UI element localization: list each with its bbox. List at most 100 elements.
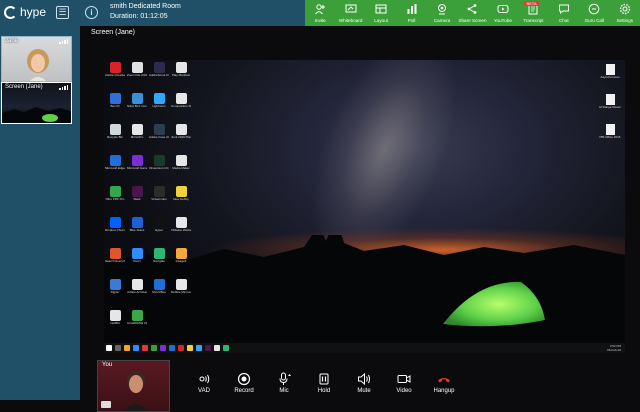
desktop-icon[interactable]: Microsoft Gameshow [127, 155, 147, 181]
desktop-icon[interactable]: Media Maker [172, 155, 190, 181]
desktop-icon[interactable]: New Hobby [172, 186, 190, 212]
taskbar-app-icon[interactable] [142, 345, 148, 351]
mic-icon [279, 372, 291, 385]
desktop-icon-label: Search Everything [105, 260, 125, 263]
app-icon [109, 310, 121, 321]
chat-button[interactable]: Chat [549, 0, 579, 26]
desktop-icon[interactable]: Dimension CC [149, 155, 169, 181]
taskbar-app-icon[interactable] [214, 345, 220, 351]
taskbar-app-icon[interactable] [151, 345, 157, 351]
desktop-icon-label: AdobeScout CC [149, 74, 169, 77]
desktop-icon[interactable]: Recycle Bin [106, 124, 124, 150]
desktop-icon[interactable]: Zoom File Attribute [127, 62, 147, 88]
vad-button[interactable]: VAD [184, 372, 224, 394]
app-icon [175, 62, 187, 73]
desktop-icon[interactable]: NetBM [106, 310, 124, 336]
desktop-icon[interactable]: Slack [128, 186, 146, 212]
video-button[interactable]: Video [384, 372, 424, 394]
desktop-icon[interactable]: Nitro PDF Pro [106, 186, 124, 212]
desktop-icon[interactable]: ShortsBee [150, 279, 168, 305]
poll-icon [406, 3, 418, 15]
desktop-icon[interactable]: Lightroom [150, 93, 168, 119]
mute-button[interactable]: Mute [344, 372, 384, 394]
taskbar-app-icon[interactable] [133, 345, 139, 351]
desktop-file-icon[interactable]: PBI Office 2016 [600, 124, 620, 150]
whiteboard-icon [345, 3, 357, 15]
start-icon[interactable] [106, 345, 112, 351]
desktop-icon-label: MirrorPro [130, 136, 144, 139]
main-stage: Screen (Jane) Adobe Creative CloudZoom F… [80, 26, 640, 412]
participant-tile-jane[interactable]: Jane [1, 36, 72, 82]
camera-button[interactable]: Camera [427, 0, 457, 26]
desktop-icon[interactable]: Nitrol BLX Community [127, 93, 147, 119]
desktop-icon[interactable]: Search Everything [105, 248, 125, 274]
taskbar-app-icon[interactable] [196, 345, 202, 351]
desktop-icon-label: Lightroom [152, 105, 166, 108]
desktop-icon[interactable]: Inkage3 [172, 248, 190, 274]
desktop-icon[interactable]: Rebble Microsoft [171, 279, 191, 305]
desktop-icon-label: Recycle Bin [107, 136, 123, 139]
layout-button[interactable]: Layout [366, 0, 396, 26]
hangup-button[interactable]: Hangup [424, 372, 464, 394]
guru-call-button[interactable]: Guru Call [579, 0, 609, 26]
poll-button[interactable]: Poll [396, 0, 426, 26]
youtube-button[interactable]: YouTube [488, 0, 518, 26]
desktop-icon[interactable]: Adobe Acrobat [127, 279, 147, 305]
desktop-icon[interactable]: AdobeScout CC [149, 62, 169, 88]
whiteboard-button[interactable]: Whiteboard [335, 0, 365, 26]
taskbar-app-icon[interactable] [169, 345, 175, 351]
hold-label: Hold [317, 388, 331, 394]
participant-tile-screen[interactable]: Screen (Jane) [1, 82, 72, 124]
desktop-icon[interactable]: CorelDRAW 2020 [127, 310, 147, 336]
desktop-file-icon[interactable]: AI Range Reserve [599, 94, 621, 120]
desktop-icon[interactable]: Zoom [128, 248, 146, 274]
record-button[interactable]: Record [224, 372, 264, 394]
desktop-file-icon[interactable]: Asynchronous [600, 64, 620, 90]
taskbar-app-icon[interactable] [205, 345, 211, 351]
desktop-icon[interactable]: Junk 2019 Planning [171, 124, 191, 150]
desktop-icon[interactable]: Navigate [150, 248, 168, 274]
taskbar-search-icon[interactable] [115, 345, 121, 351]
minimize-icon[interactable] [101, 401, 111, 408]
transcript-button[interactable]: BETA Transcript [518, 0, 548, 26]
desktop-icon[interactable]: Box ID [106, 93, 124, 119]
mic-button[interactable]: Mic [264, 372, 304, 394]
self-view[interactable]: You [97, 360, 170, 412]
desktop-icon[interactable]: Blue Jeans [128, 217, 146, 243]
desktop-icon-label: AI Range Reserve [599, 106, 621, 109]
call-controls: VAD Record Mic Hold Mute Video Hangup [184, 372, 464, 394]
glowing-tent [443, 281, 545, 327]
invite-button[interactable]: Invite [305, 0, 335, 26]
hangup-label: Hangup [433, 388, 455, 394]
desktop-icon-label: Zoom File Attribute [127, 74, 147, 77]
taskbar-app-icon[interactable] [223, 345, 229, 351]
desktop-icon[interactable]: Microsoft Edge [105, 155, 125, 181]
desktop-icon[interactable]: Hyper [150, 217, 168, 243]
info-icon[interactable]: i [85, 6, 98, 19]
taskbar-app-icon[interactable] [160, 345, 166, 351]
desktop-icon[interactable]: Play Manifest [172, 62, 190, 88]
taskbar-app-icon[interactable] [124, 345, 130, 351]
settings-button[interactable]: Settings [610, 0, 640, 26]
desktop-icon[interactable]: VMware Workstation [171, 217, 191, 243]
desktop-icon[interactable]: Composition Studio 2020 [171, 93, 191, 119]
taskbar-app-icon[interactable] [187, 345, 193, 351]
desktop-icon[interactable]: Adobe Fuse CC (Beta) [149, 124, 169, 150]
desktop-icon[interactable]: Dropbox (Team Size) [105, 217, 125, 243]
desktop-icon[interactable]: Adobe Creative Cloud [105, 62, 125, 88]
chat-icon [558, 3, 570, 15]
menu-icon[interactable]: ☰ [56, 6, 69, 19]
mute-icon [358, 372, 370, 386]
desktop-icon[interactable]: Virtual Cam [150, 186, 168, 212]
taskbar-app-icon[interactable] [178, 345, 184, 351]
video-icon [397, 375, 411, 383]
participant-sidebar: Jane Screen (Jane) [0, 26, 80, 400]
share-screen-button[interactable]: Share Screen [457, 0, 487, 26]
desktop-icon[interactable]: MirrorPro [128, 124, 146, 150]
desktop-icon[interactable]: Digiter [106, 279, 124, 305]
poll-label: Poll [407, 18, 416, 23]
toolbar: Invite Whiteboard Layout Poll Camera Sha… [305, 0, 640, 26]
hold-button[interactable]: Hold [304, 372, 344, 394]
desktop-icon-label: CorelDRAW 2020 [127, 322, 147, 325]
record-icon [237, 372, 251, 386]
